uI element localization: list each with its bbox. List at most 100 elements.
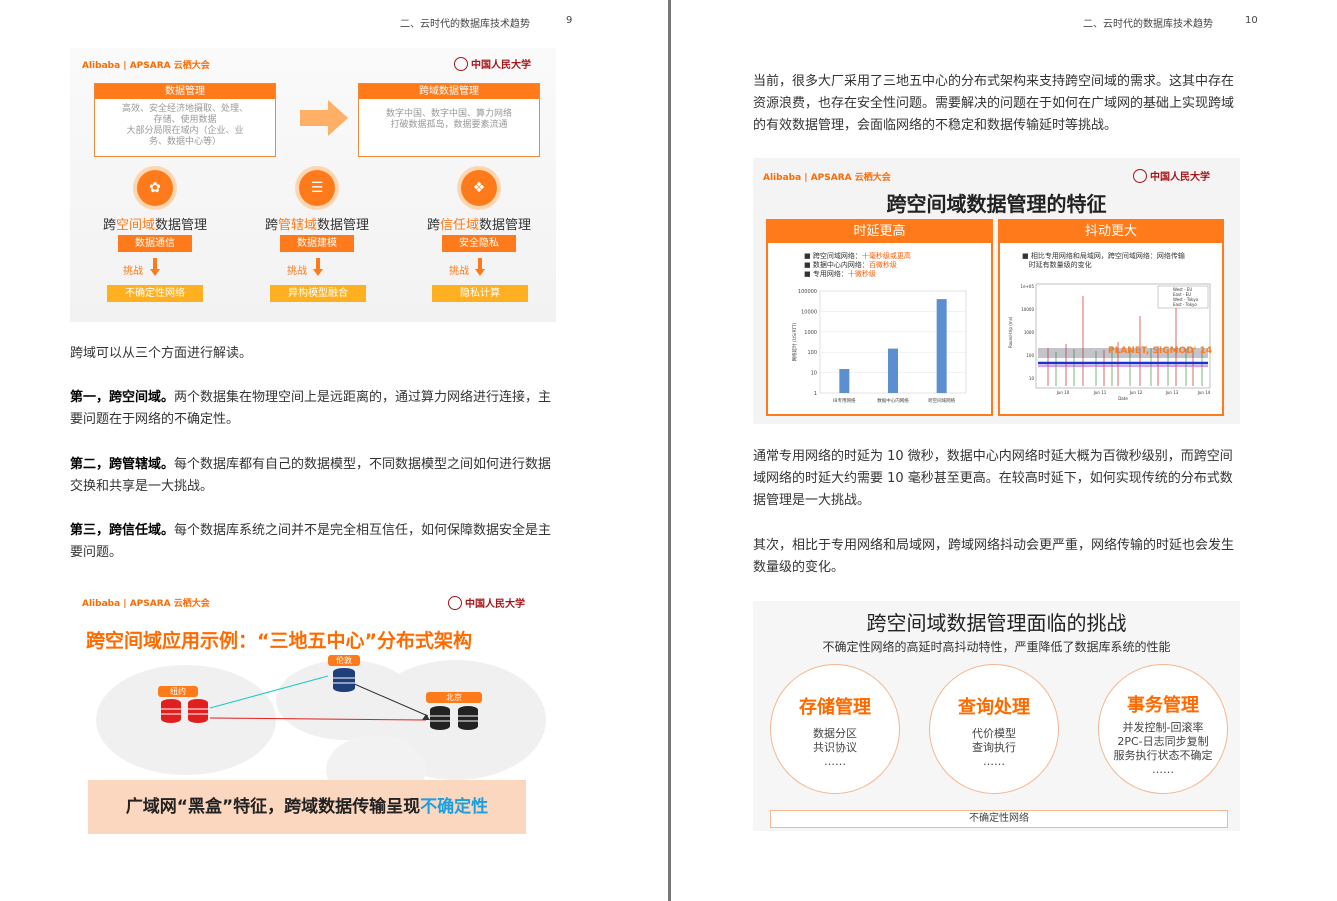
paragraph-cross-jurisdiction: 第二，跨管辖域。每个数据库都有自己的数据模型，不同数据模型之间如何进行数据交换和… bbox=[70, 457, 552, 494]
database-icon bbox=[333, 668, 355, 692]
x-tick: Jun 10 bbox=[1056, 390, 1070, 395]
ruc-seal-icon bbox=[454, 56, 468, 71]
y-axis-label: Round-trip (ms) bbox=[1008, 316, 1013, 348]
paragraph-jitter: 其次，相比于专用网络和局域网，跨域网络抖动会更严重，网络传输的时延也会发生数量级… bbox=[753, 538, 1235, 575]
x-tick: Jun 14 bbox=[1197, 390, 1211, 395]
y-tick-label: 1 bbox=[814, 391, 817, 397]
result-uncertain-network: 不确定性网络 bbox=[107, 285, 203, 302]
box-title: 数据管理 bbox=[95, 84, 275, 99]
result-privacy-computing: 隐私计算 bbox=[432, 285, 528, 302]
page-number: 9 bbox=[566, 15, 573, 26]
database-icon: ☰ bbox=[299, 170, 335, 206]
arrow-right-icon bbox=[300, 100, 348, 136]
svg-text:100: 100 bbox=[1026, 353, 1034, 358]
circle-query-processing: 查询处理 代价模型 查询执行 …… bbox=[929, 664, 1059, 794]
box-desc: 数字中国、数字中国、算力网络 打破数据孤岛，数据要素流通 bbox=[385, 109, 512, 130]
svg-text:10000: 10000 bbox=[1021, 307, 1034, 312]
y-tick-label: 10000 bbox=[801, 309, 817, 315]
intro-paragraph: 跨域可以从三个方面进行解读。 bbox=[70, 346, 253, 361]
panel-title: 抖动更大 bbox=[1000, 221, 1222, 243]
slide-challenges: 跨空间域数据管理面临的挑战 不确定性网络的高延时高抖动特性，严重降低了数据库系统… bbox=[753, 601, 1240, 831]
y-tick-label: 1000 bbox=[804, 330, 817, 336]
banner-wan-blackbox: 广域网“黑盒”特征，跨域数据传输呈现不确定性 bbox=[88, 780, 526, 834]
slide-cross-domain-overview: Alibaba | APSARA 云栖大会 中国人民大学 数据管理 高效、安全经… bbox=[70, 48, 556, 322]
panel-higher-jitter: 抖动更大 ■ 相比专用网络和局域网，跨空间域网络：网络传输 时延有数量级的变化 … bbox=[998, 219, 1224, 416]
circle-title: 查询处理 bbox=[958, 697, 1030, 718]
box-cross-domain-management: 跨域数据管理 数字中国、数字中国、算力网络 打破数据孤岛，数据要素流通 bbox=[358, 83, 540, 157]
bar bbox=[839, 369, 850, 393]
node-london: 伦敦 bbox=[328, 655, 360, 698]
x-tick-label: IB专用网络 bbox=[833, 397, 856, 404]
box-data-management: 数据管理 高效、安全经济地摄取、处理、 存储、使用数据 大部分局限在域内（企业、… bbox=[94, 83, 276, 157]
circle-items: 数据分区 共识协议 …… bbox=[813, 727, 857, 768]
left-page: 二、云时代的数据库技术趋势 9 Alibaba | APSARA 云栖大会 中国… bbox=[0, 0, 668, 901]
database-icon bbox=[430, 706, 478, 730]
database-icon bbox=[161, 699, 208, 723]
challenge-label: 挑战 bbox=[449, 266, 469, 277]
x-tick: Jun 11 bbox=[1093, 390, 1107, 395]
svg-text:10: 10 bbox=[1029, 376, 1035, 381]
page-number: 10 bbox=[1245, 15, 1258, 26]
challenge-label: 挑战 bbox=[287, 266, 307, 277]
x-tick: Jun 13 bbox=[1165, 390, 1179, 395]
citation: PLANET, SIGMOD' 14 bbox=[1108, 346, 1212, 356]
slide-subtitle: 不确定性网络的高延时高抖动特性，严重降低了数据库系统的性能 bbox=[822, 640, 1171, 654]
box-desc: 高效、安全经济地摄取、处理、 存储、使用数据 大部分局限在域内（企业、业 务、数… bbox=[121, 104, 248, 147]
bullet-list: ■ 跨空间域网络：十毫秒级或更高 ■ 数据中心内网络：百微秒级 ■ 专用网络：十… bbox=[804, 252, 911, 278]
label-cross-jurisdiction: 跨管辖域数据管理 bbox=[264, 218, 370, 233]
panel-title: 时延更高 bbox=[768, 221, 991, 243]
jitter-time-series-chart: Round-trip (ms) 1e+0510000100010010 West… bbox=[1008, 283, 1212, 401]
slide-title: 跨空间域数据管理的特征 bbox=[886, 192, 1107, 216]
slide-characteristics: Alibaba | APSARA 云栖大会 中国人民大学 跨空间域数据管理的特征… bbox=[753, 158, 1240, 424]
latency-bar-chart: 1 10 100 1000 10000 100000 网络延时 (US/RTT) IB专用网络… bbox=[791, 289, 967, 404]
node-newyork: 纽约 bbox=[158, 686, 214, 729]
label-cross-space: 跨空间域数据管理 bbox=[102, 218, 208, 233]
circle-title: 事务管理 bbox=[1127, 695, 1199, 716]
running-header: 二、云时代的数据库技术趋势 bbox=[1083, 19, 1213, 30]
node-beijing: 北京 bbox=[426, 692, 486, 737]
y-tick-label: 100000 bbox=[798, 289, 817, 295]
slide-three-sites-architecture: Alibaba | APSARA 云栖大会 中国人民大学 跨空间域应用示例：“三… bbox=[76, 590, 552, 848]
tag-data-communication: 数据通信 bbox=[118, 235, 192, 252]
alibaba-logo: Alibaba | APSARA 云栖大会 bbox=[763, 173, 891, 183]
challenge-label: 挑战 bbox=[123, 266, 143, 277]
arrow-down-icon bbox=[150, 258, 160, 276]
paragraph-latency: 通常专用网络的时延为 10 微秒，数据中心内网络时延大概为百微秒级别，而跨空间域… bbox=[753, 449, 1233, 508]
network-icon: ✿ bbox=[137, 170, 173, 206]
arrow-down-icon bbox=[313, 258, 323, 276]
right-page: 二、云时代的数据库技术趋势 10 当前，很多大厂采用了三地五中心的分布式架构来支… bbox=[671, 0, 1337, 901]
arrow-down-icon bbox=[475, 258, 485, 276]
paragraph-cross-space: 第一，跨空间域。两个数据集在物理空间上是远距离的，通过算力网络进行连接，主要问题… bbox=[70, 390, 552, 427]
tag-data-modeling: 数据建模 bbox=[280, 235, 354, 252]
label-cross-trust: 跨信任域数据管理 bbox=[426, 218, 532, 233]
bar bbox=[936, 299, 947, 393]
result-heterogeneous-models: 异构模型融合 bbox=[270, 285, 366, 302]
y-tick-label: 10 bbox=[811, 371, 817, 377]
svg-text:1000: 1000 bbox=[1024, 330, 1035, 335]
bar bbox=[888, 348, 898, 393]
slide-title: 跨空间域数据管理面临的挑战 bbox=[866, 611, 1127, 635]
footer-uncertain-network: 不确定性网络 bbox=[770, 810, 1228, 828]
running-header: 二、云时代的数据库技术趋势 bbox=[400, 19, 530, 30]
legend-item: East - Tokyo bbox=[1173, 302, 1197, 307]
tag-security-privacy: 安全隐私 bbox=[442, 235, 516, 252]
paragraph-intro: 当前，很多大厂采用了三地五中心的分布式架构来支持跨空间域的需求。这其中存在资源浪… bbox=[753, 74, 1235, 133]
shield-icon: ❖ bbox=[461, 170, 497, 206]
svg-text:1e+05: 1e+05 bbox=[1021, 284, 1035, 289]
circle-transaction-management: 事务管理 并发控制-回滚率 2PC-日志同步复制 服务执行状态不确定 …… bbox=[1098, 664, 1228, 794]
y-axis-label: 网络延时 (US/RTT) bbox=[791, 322, 798, 361]
circle-storage-management: 存储管理 数据分区 共识协议 …… bbox=[770, 664, 900, 794]
x-tick: Jun 12 bbox=[1129, 390, 1143, 395]
panel-higher-latency: 时延更高 ■ 跨空间域网络：十毫秒级或更高 ■ 数据中心内网络：百微秒级 ■ 专… bbox=[766, 219, 993, 416]
circle-items: 并发控制-回滚率 2PC-日志同步复制 服务执行状态不确定 …… bbox=[1113, 721, 1213, 776]
bullet-list: ■ 相比专用网络和局域网，跨空间域网络：网络传输 时延有数量级的变化 bbox=[1022, 252, 1185, 269]
x-tick-label: 跨空间域网络 bbox=[928, 397, 955, 404]
ruc-logo: 中国人民大学 bbox=[454, 56, 531, 71]
x-axis-label: Date bbox=[1118, 396, 1128, 401]
ruc-seal-icon bbox=[1133, 168, 1147, 183]
x-tick-label: 数据中心内网络 bbox=[877, 397, 909, 404]
box-title: 跨域数据管理 bbox=[359, 84, 539, 99]
circle-title: 存储管理 bbox=[799, 697, 871, 718]
y-tick-label: 100 bbox=[807, 350, 817, 356]
alibaba-logo: Alibaba | APSARA 云栖大会 bbox=[82, 61, 210, 71]
